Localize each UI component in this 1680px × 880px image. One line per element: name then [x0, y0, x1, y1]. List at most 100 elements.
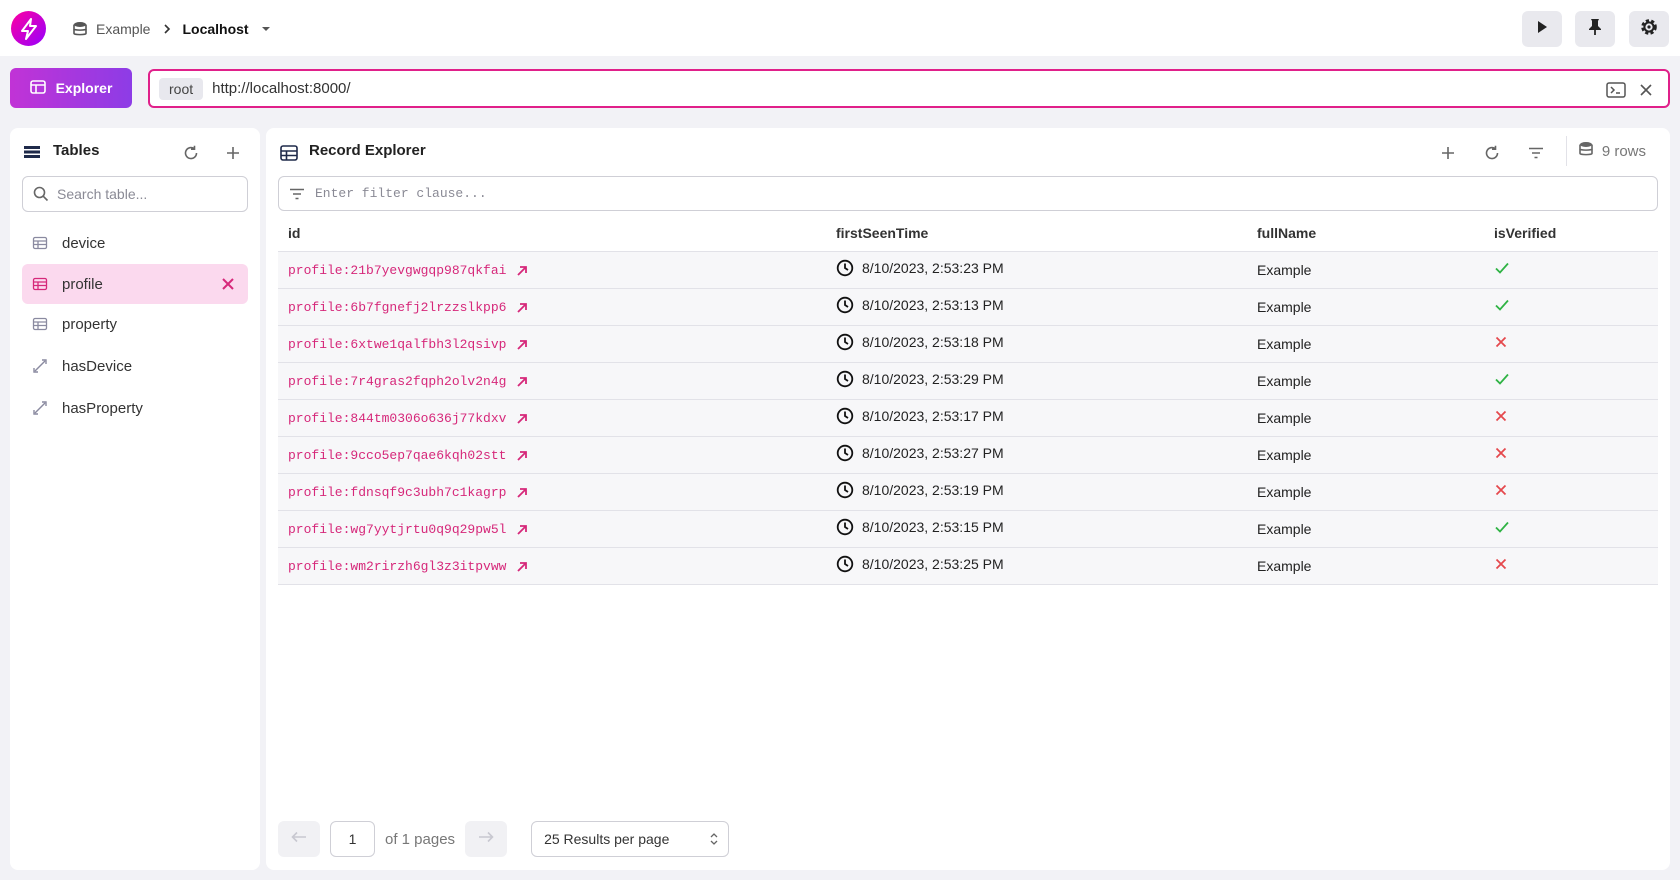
table-row[interactable]: profile:6xtwe1qalfbh3l2qsivp 8/10/2023, 2…: [278, 325, 1658, 363]
table-row[interactable]: profile:844tm0306o636j77kdxv 8/10/2023, 2…: [278, 399, 1658, 437]
arrow-left-icon: [291, 830, 307, 848]
breadcrumb-database[interactable]: Localhost: [182, 21, 248, 37]
table-search-input[interactable]: [57, 186, 237, 202]
record-id-link[interactable]: profile:wm2rirzh6gl3z3itpvww: [288, 559, 528, 574]
arrow-up-right-icon[interactable]: [516, 487, 528, 499]
record-id-link[interactable]: profile:wg7yytjrtu0q9q29pw5l: [288, 522, 528, 537]
clock-icon: [836, 481, 854, 499]
record-id-link[interactable]: profile:6xtwe1qalfbh3l2qsivp: [288, 337, 528, 352]
column-header-isverified[interactable]: isVerified: [1484, 215, 1658, 252]
rows-count-label: 9 rows: [1601, 142, 1646, 160]
arrow-up-right-icon[interactable]: [516, 302, 528, 314]
table-row[interactable]: profile:7r4gras2fqph2olv2n4g 8/10/2023, 2…: [278, 362, 1658, 400]
run-button[interactable]: [1522, 11, 1562, 47]
record-id-link[interactable]: profile:21b7yevgwgqp987qkfai: [288, 263, 528, 278]
cell-isverified: [1484, 325, 1658, 363]
cell-id: profile:6xtwe1qalfbh3l2qsivp: [278, 325, 826, 363]
add-table-icon[interactable]: [222, 142, 244, 164]
table-item-hasproperty[interactable]: hasProperty: [22, 388, 248, 428]
table-item-profile[interactable]: profile: [22, 264, 248, 304]
refresh-icon[interactable]: [180, 142, 202, 164]
column-header-firstseentime[interactable]: firstSeenTime: [826, 215, 1247, 252]
filter-clause-input[interactable]: [315, 186, 1615, 201]
cell-id: profile:7r4gras2fqph2olv2n4g: [278, 362, 826, 400]
explorer-view-button[interactable]: Explorer: [10, 68, 132, 108]
arrow-up-right-icon[interactable]: [516, 413, 528, 425]
column-header-fullname[interactable]: fullName: [1247, 215, 1484, 252]
table-item-label: device: [62, 234, 106, 252]
connection-bar[interactable]: root http://localhost:8000/: [148, 69, 1670, 108]
cell-id: profile:844tm0306o636j77kdxv: [278, 399, 826, 437]
endpoint-url[interactable]: http://localhost:8000/: [212, 80, 350, 97]
add-record-icon[interactable]: [1436, 141, 1460, 165]
records-table: id firstSeenTime fullName isVerified pro…: [278, 215, 1658, 585]
record-id-link[interactable]: profile:844tm0306o636j77kdxv: [288, 411, 528, 426]
table-item-property[interactable]: property: [22, 304, 248, 344]
table-row[interactable]: profile:wm2rirzh6gl3z3itpvww 8/10/2023, 2…: [278, 547, 1658, 585]
table-row[interactable]: profile:wg7yytjrtu0q9q29pw5l 8/10/2023, 2…: [278, 510, 1658, 548]
record-id[interactable]: profile:844tm0306o636j77kdxv: [288, 411, 506, 426]
column-header-id[interactable]: id: [278, 215, 826, 252]
record-id-link[interactable]: profile:7r4gras2fqph2olv2n4g: [288, 374, 528, 389]
table-row[interactable]: profile:fdnsqf9c3ubh7c1kagrp 8/10/2023, 2…: [278, 473, 1658, 511]
table-row[interactable]: profile:6b7fgnefj2lrzzslkpp6 8/10/2023, 2…: [278, 288, 1658, 326]
table-row[interactable]: profile:21b7yevgwgqp987qkfai 8/10/2023, 2…: [278, 251, 1658, 289]
record-id[interactable]: profile:21b7yevgwgqp987qkfai: [288, 263, 506, 278]
arrow-up-right-icon[interactable]: [516, 450, 528, 462]
table-item-label: hasProperty: [62, 399, 143, 417]
record-id[interactable]: profile:wm2rirzh6gl3z3itpvww: [288, 559, 506, 574]
record-id[interactable]: profile:9cco5ep7qae6kqh02stt: [288, 448, 506, 463]
record-id[interactable]: profile:6b7fgnefj2lrzzslkpp6: [288, 300, 506, 315]
caret-down-icon[interactable]: [261, 25, 271, 33]
cell-id: profile:21b7yevgwgqp987qkfai: [278, 251, 826, 289]
datetime-value: 8/10/2023, 2:53:19 PM: [862, 482, 1004, 498]
cell-firstseentime: 8/10/2023, 2:53:15 PM: [826, 510, 1247, 548]
record-explorer-panel: Record Explorer 9 rows id firstSeenTime …: [266, 128, 1670, 870]
check-icon: [1494, 261, 1510, 275]
record-id[interactable]: profile:fdnsqf9c3ubh7c1kagrp: [288, 485, 506, 500]
next-page-button[interactable]: [465, 821, 508, 857]
cell-firstseentime: 8/10/2023, 2:53:13 PM: [826, 288, 1247, 326]
cell-firstseentime: 8/10/2023, 2:53:19 PM: [826, 473, 1247, 511]
chevron-updown-icon: [710, 832, 718, 846]
refresh-icon[interactable]: [1480, 141, 1504, 165]
cell-fullname: Example: [1247, 288, 1484, 326]
record-id[interactable]: profile:7r4gras2fqph2olv2n4g: [288, 374, 506, 389]
filter-icon[interactable]: [1524, 141, 1548, 165]
record-id[interactable]: profile:6xtwe1qalfbh3l2qsivp: [288, 337, 506, 352]
clock-icon: [836, 444, 854, 462]
record-id-link[interactable]: profile:6b7fgnefj2lrzzslkpp6: [288, 300, 528, 315]
table-search-field[interactable]: [22, 176, 248, 212]
edge-relation-icon: [32, 358, 48, 374]
page-number-input[interactable]: 1: [330, 821, 375, 857]
record-id-link[interactable]: profile:fdnsqf9c3ubh7c1kagrp: [288, 485, 528, 500]
breadcrumb-namespace[interactable]: Example: [96, 21, 150, 37]
divider: [1566, 136, 1567, 166]
record-id-link[interactable]: profile:9cco5ep7qae6kqh02stt: [288, 448, 528, 463]
arrow-up-right-icon[interactable]: [516, 376, 528, 388]
arrow-up-right-icon[interactable]: [516, 561, 528, 573]
close-icon[interactable]: [220, 276, 236, 292]
clock-icon: [836, 370, 854, 388]
table-item-hasdevice[interactable]: hasDevice: [22, 346, 248, 386]
results-per-page-select[interactable]: 25 Results per page: [531, 821, 730, 857]
arrow-up-right-icon[interactable]: [516, 524, 528, 536]
settings-button[interactable]: [1629, 11, 1669, 47]
cell-fullname: Example: [1247, 473, 1484, 511]
cross-icon: [1494, 446, 1508, 460]
terminal-icon[interactable]: [1606, 80, 1626, 100]
cell-fullname: Example: [1247, 362, 1484, 400]
filter-clause-field[interactable]: [278, 176, 1658, 211]
filter-icon: [289, 188, 305, 200]
pin-button[interactable]: [1575, 11, 1615, 47]
cell-isverified: [1484, 362, 1658, 400]
table-item-device[interactable]: device: [22, 223, 248, 263]
page-count-label: of 1 pages: [385, 830, 456, 848]
arrow-up-right-icon[interactable]: [516, 265, 528, 277]
arrow-up-right-icon[interactable]: [516, 339, 528, 351]
close-icon[interactable]: [1636, 80, 1656, 100]
record-id[interactable]: profile:wg7yytjrtu0q9q29pw5l: [288, 522, 506, 537]
table-row[interactable]: profile:9cco5ep7qae6kqh02stt 8/10/2023, 2…: [278, 436, 1658, 474]
previous-page-button[interactable]: [278, 821, 320, 857]
cell-id: profile:wm2rirzh6gl3z3itpvww: [278, 547, 826, 585]
